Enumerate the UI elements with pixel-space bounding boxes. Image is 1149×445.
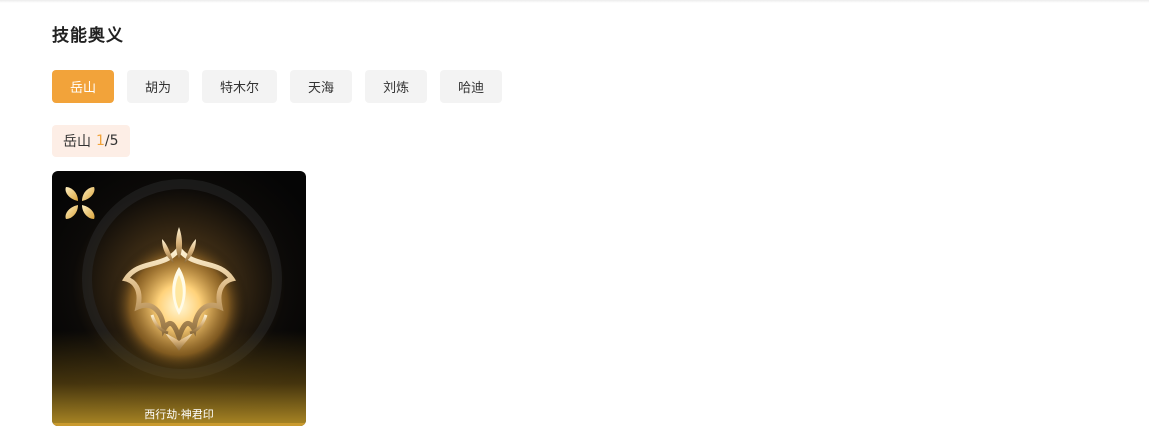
tab-hadi[interactable]: 哈迪 xyxy=(440,70,503,103)
character-tabs: 岳山 胡为 特木尔 天海 刘炼 哈迪 xyxy=(52,70,503,103)
tab-liulian[interactable]: 刘炼 xyxy=(365,70,428,103)
counter-total: 5 xyxy=(109,133,119,149)
card-bottom-bar xyxy=(52,423,306,426)
card-name: 西行劫·神君印 xyxy=(144,408,214,421)
page: 技能奥义 岳山 胡为 特木尔 天海 刘炼 哈迪 岳山 1 / 5 西行劫·神君印 xyxy=(0,0,1149,445)
counter-name: 岳山 xyxy=(63,134,91,150)
skill-card[interactable]: 西行劫·神君印 xyxy=(52,171,306,426)
tab-tianhai[interactable]: 天海 xyxy=(290,70,353,103)
skill-counter: 岳山 1 / 5 xyxy=(52,125,130,157)
four-petal-icon xyxy=(65,187,95,219)
tab-huwei[interactable]: 胡为 xyxy=(127,70,190,103)
tab-yueshan[interactable]: 岳山 xyxy=(52,70,115,103)
counter-current: 1 xyxy=(96,133,105,149)
golden-crest-emblem xyxy=(109,227,249,369)
header-shadow xyxy=(0,0,1149,3)
tab-temuer[interactable]: 特木尔 xyxy=(202,70,278,103)
section-title: 技能奥义 xyxy=(52,26,124,46)
